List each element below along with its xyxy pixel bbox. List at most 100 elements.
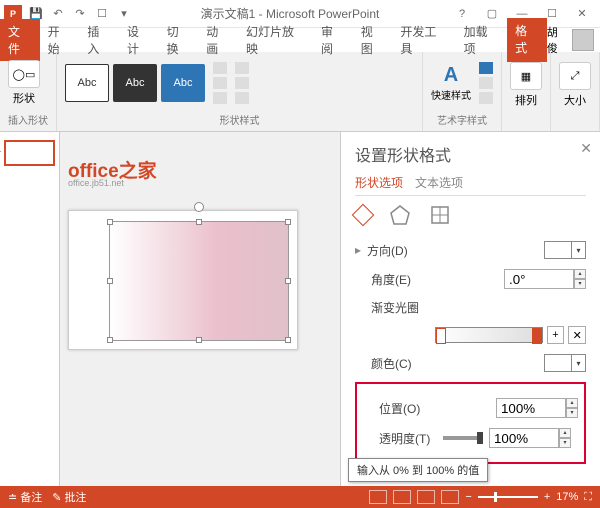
selected-shape[interactable] (109, 221, 289, 341)
rotate-handle[interactable] (194, 202, 204, 212)
prop-gradient-stops: 渐变光圈 (355, 299, 586, 316)
pane-category-icons (355, 204, 586, 229)
wordart-icon: A (444, 64, 458, 87)
prop-position: 位置(O) ▴▾ (363, 398, 578, 418)
shape-gallery-icon: ◯▭ (8, 60, 40, 88)
avatar[interactable] (572, 29, 594, 51)
ribbon: ◯▭ 形状 插入形状 Abc Abc Abc 形状样式 A 快速样式 艺术字样式 (0, 52, 600, 132)
zoom-out[interactable]: − (465, 491, 471, 503)
angle-spinner[interactable]: ▴▾ (574, 269, 586, 289)
comments-button[interactable]: ✎ 批注 (52, 489, 86, 505)
shape-fill-outline[interactable] (235, 62, 249, 104)
fill-line-icon[interactable] (352, 204, 375, 227)
pane-tab-shape[interactable]: 形状选项 (355, 174, 403, 191)
prop-direction: ▸ 方向(D) ▾ (355, 241, 586, 259)
transparency-slider[interactable] (443, 436, 483, 440)
style-sample-2[interactable]: Abc (113, 64, 157, 102)
slide-thumbnails: 1 (0, 132, 60, 486)
group-label: 形状样式 (65, 110, 414, 127)
quick-styles-label: 快速样式 (431, 87, 471, 102)
zoom-slider[interactable] (478, 496, 538, 498)
slide-thumb-1[interactable]: 1 (4, 140, 55, 166)
size-button[interactable]: ⤢ 大小 (559, 62, 591, 108)
gradient-stop[interactable] (436, 328, 446, 344)
transparency-spinner[interactable]: ▴▾ (559, 428, 571, 448)
resize-handle[interactable] (107, 278, 113, 284)
arrange-icon: ▦ (510, 62, 542, 90)
group-label: 插入形状 (8, 110, 48, 127)
prop-color: 颜色(C) ▾ (355, 354, 586, 372)
transparency-input[interactable] (489, 428, 559, 448)
position-input[interactable] (496, 398, 566, 418)
collapse-icon[interactable]: ▸ (355, 243, 361, 257)
pane-title: 设置形状格式 (355, 142, 586, 166)
pane-close-icon[interactable]: ✕ (580, 140, 592, 157)
group-insert-shapes: ◯▭ 形状 插入形状 (0, 52, 57, 131)
normal-view-icon[interactable] (369, 490, 387, 504)
dropdown-icon[interactable]: ▾ (572, 354, 586, 372)
notes-button[interactable]: ≐ 备注 (8, 489, 42, 505)
group-label (510, 114, 542, 127)
pane-tabs: 形状选项 文本选项 (355, 174, 586, 196)
slideshow-view-icon[interactable] (441, 490, 459, 504)
sorter-view-icon[interactable] (393, 490, 411, 504)
group-wordart-styles: A 快速样式 艺术字样式 (423, 52, 502, 131)
transparency-label: 透明度(T) (379, 430, 443, 447)
gradient-stop-active[interactable] (532, 328, 542, 344)
remove-stop-icon[interactable]: ✕ (568, 326, 586, 344)
group-label (559, 114, 591, 127)
shapes-button[interactable]: ◯▭ 形状 (8, 60, 40, 106)
size-label: 大小 (564, 92, 586, 108)
prop-transparency: 透明度(T) ▴▾ (363, 428, 578, 448)
size-icon: ⤢ (559, 62, 591, 90)
gradient-stops-bar: + ✕ (435, 326, 586, 344)
group-size: ⤢ 大小 (551, 52, 600, 131)
add-stop-icon[interactable]: + (547, 326, 565, 344)
shapes-label: 形状 (13, 90, 35, 106)
style-sample-1[interactable]: Abc (65, 64, 109, 102)
position-label: 位置(O) (379, 400, 459, 417)
direction-label: 方向(D) (367, 242, 447, 259)
angle-input[interactable] (504, 269, 574, 289)
zoom-in[interactable]: + (544, 491, 550, 503)
quick-styles-button[interactable]: A 快速样式 (431, 64, 471, 102)
resize-handle[interactable] (107, 337, 113, 343)
pane-tab-text[interactable]: 文本选项 (415, 174, 463, 191)
style-sample-3[interactable]: Abc (161, 64, 205, 102)
text-fill-outline[interactable] (479, 62, 493, 104)
gradient-track[interactable] (435, 327, 543, 343)
format-shape-pane: ✕ 设置形状格式 形状选项 文本选项 ▸ 方向(D) ▾ 角度(E) ▴▾ 渐变… (340, 132, 600, 486)
resize-handle[interactable] (107, 219, 113, 225)
arrange-button[interactable]: ▦ 排列 (510, 62, 542, 108)
arrange-label: 排列 (515, 92, 537, 108)
resize-handle[interactable] (196, 337, 202, 343)
zoom-level[interactable]: 17% (556, 491, 578, 503)
fit-slide-icon[interactable]: ⛶ (584, 491, 592, 504)
size-props-icon[interactable] (429, 204, 451, 229)
style-more[interactable] (213, 62, 227, 104)
color-label: 颜色(C) (371, 355, 451, 372)
color-swatch[interactable] (544, 354, 572, 372)
direction-picker[interactable] (544, 241, 572, 259)
group-shape-styles: Abc Abc Abc 形状样式 (57, 52, 423, 131)
gradient-stops-label: 渐变光圈 (371, 299, 451, 316)
slide-number: 1 (0, 144, 2, 155)
group-label: 艺术字样式 (431, 110, 493, 127)
slide-canvas[interactable] (68, 210, 298, 350)
group-arrange: ▦ 排列 (502, 52, 551, 131)
position-spinner[interactable]: ▴▾ (566, 398, 578, 418)
close-icon[interactable]: ✕ (568, 4, 596, 24)
dropdown-icon[interactable]: ▾ (572, 241, 586, 259)
resize-handle[interactable] (285, 337, 291, 343)
ribbon-tabs: 文件 开始 插入 设计 切换 动画 幻灯片放映 审阅 视图 开发工具 加载项 格… (0, 28, 600, 52)
effects-icon[interactable] (389, 204, 411, 229)
highlighted-region: 位置(O) ▴▾ 透明度(T) ▴▾ (355, 382, 586, 464)
resize-handle[interactable] (285, 278, 291, 284)
slide-editor[interactable]: office之家 office.jb51.net (60, 132, 340, 486)
tooltip: 输入从 0% 到 100% 的值 (348, 458, 488, 482)
resize-handle[interactable] (285, 219, 291, 225)
reading-view-icon[interactable] (417, 490, 435, 504)
angle-label: 角度(E) (371, 271, 451, 288)
resize-handle[interactable] (196, 219, 202, 225)
prop-angle: 角度(E) ▴▾ (355, 269, 586, 289)
